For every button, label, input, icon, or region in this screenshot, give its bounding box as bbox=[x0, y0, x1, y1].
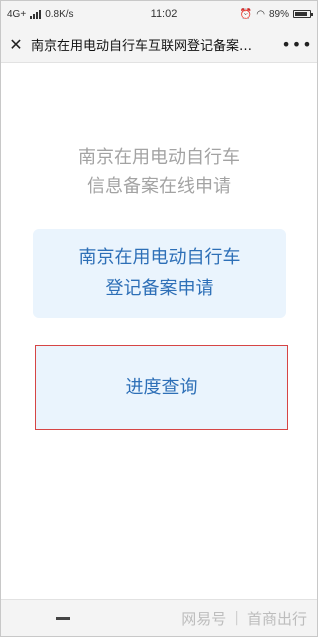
signal-icon bbox=[30, 9, 42, 19]
heading-line-2: 信息备案在线申请 bbox=[87, 176, 231, 197]
watermark: 网易号 | 首商出行 bbox=[125, 608, 317, 629]
more-icon[interactable]: ••• bbox=[277, 35, 317, 54]
battery-icon bbox=[293, 10, 313, 18]
watermark-right: 首商出行 bbox=[246, 609, 307, 628]
status-left: 4G+ 0.8K/s bbox=[7, 9, 117, 20]
battery-percent: 89% bbox=[268, 8, 289, 20]
watermark-left: 网易号 bbox=[181, 609, 227, 628]
battery-fill bbox=[295, 12, 307, 16]
progress-query-button[interactable]: 进度查询 bbox=[35, 345, 288, 430]
watermark-separator: | bbox=[234, 610, 239, 626]
network-speed: 0.8K/s bbox=[45, 8, 74, 20]
apply-line-1: 南京在用电动自行车 bbox=[78, 247, 241, 268]
nav-bar: ✕ 南京在用电动自行车互联网登记备案… ••• bbox=[1, 27, 317, 63]
progress-query-label: 进度查询 bbox=[125, 377, 198, 398]
close-icon[interactable]: ✕ bbox=[1, 35, 31, 54]
alarm-icon: ⏰ bbox=[239, 8, 253, 20]
page-heading: 南京在用电动自行车 信息备案在线申请 bbox=[1, 143, 317, 201]
status-time: 11:02 bbox=[150, 8, 178, 20]
bottom-bar: 网易号 | 首商出行 bbox=[1, 599, 317, 636]
apply-line-2: 登记备案申请 bbox=[105, 278, 214, 299]
registration-apply-button[interactable]: 南京在用电动自行车 登记备案申请 bbox=[33, 229, 286, 318]
status-bar: 4G+ 0.8K/s 11:02 ⏰ ◠ 89% bbox=[1, 1, 317, 27]
page-title: 南京在用电动自行车互联网登记备案… bbox=[31, 39, 253, 54]
menu-icon[interactable] bbox=[1, 616, 125, 620]
heading-line-1: 南京在用电动自行车 bbox=[78, 147, 240, 168]
status-right: ⏰ ◠ 89% bbox=[201, 8, 313, 20]
wifi-icon: ◠ bbox=[256, 8, 265, 20]
network-type: 4G+ bbox=[7, 8, 27, 20]
